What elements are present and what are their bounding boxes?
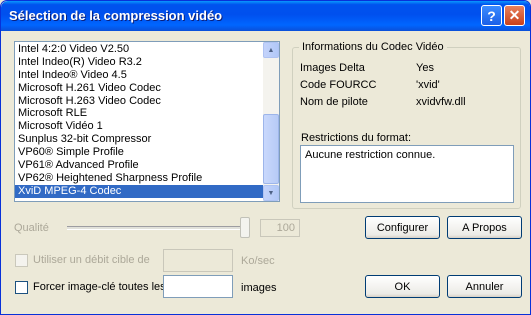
- codec-list-item[interactable]: Microsoft H.261 Video Codec: [15, 82, 265, 95]
- quality-value-field[interactable]: 100: [260, 219, 300, 237]
- keyframe-unit: images: [241, 282, 277, 294]
- arrow-up-icon: ▲: [267, 46, 275, 54]
- keyframe-field[interactable]: [163, 275, 233, 298]
- codec-list-items: Intel 4:2:0 Video V2.50 Intel Indeo(R) V…: [15, 43, 265, 198]
- scroll-thumb[interactable]: [263, 114, 279, 184]
- delta-frames-label: Images Delta: [300, 62, 365, 74]
- restrictions-text: Aucune restriction connue.: [305, 149, 436, 161]
- codec-list-item-selected[interactable]: XviD MPEG-4 Codec: [15, 184, 265, 198]
- close-button[interactable]: ✕: [504, 5, 525, 26]
- window-title: Sélection de la compression vidéo: [9, 8, 223, 23]
- quality-slider-track: [67, 226, 250, 230]
- help-icon: ?: [487, 7, 496, 24]
- arrow-down-icon: ▼: [267, 189, 275, 197]
- cancel-button[interactable]: Annuler: [447, 275, 522, 298]
- compression-dialog: Sélection de la compression vidéo ? ✕ In…: [0, 0, 531, 315]
- title-bar[interactable]: Sélection de la compression vidéo ? ✕: [1, 1, 530, 31]
- fourcc-label: Code FOURCC: [300, 79, 377, 91]
- codec-list-item[interactable]: Intel 4:2:0 Video V2.50: [15, 43, 265, 56]
- codec-list-item[interactable]: Intel Indeo(R) Video R3.2: [15, 56, 265, 69]
- driver-name-value: xvidvfw.dll: [416, 96, 466, 108]
- bitrate-checkbox[interactable]: [15, 254, 28, 267]
- bitrate-label: Utiliser un débit cible de: [33, 254, 150, 266]
- driver-name-label: Nom de pilote: [300, 96, 368, 108]
- codec-list-scrollbar[interactable]: ▲ ▼: [263, 42, 279, 201]
- codec-info-title: Informations du Codec Vidéo: [299, 41, 447, 53]
- scroll-up-button[interactable]: ▲: [263, 42, 279, 58]
- scroll-down-button[interactable]: ▼: [263, 185, 279, 201]
- help-button[interactable]: ?: [481, 5, 502, 26]
- configure-button[interactable]: Configurer: [365, 216, 440, 239]
- keyframe-input[interactable]: [164, 276, 232, 297]
- codec-list[interactable]: Intel 4:2:0 Video V2.50 Intel Indeo(R) V…: [14, 41, 280, 202]
- restrictions-label: Restrictions du format:: [301, 132, 412, 144]
- restrictions-box: Aucune restriction connue.: [300, 145, 514, 203]
- codec-list-item[interactable]: VP62® Heightened Sharpness Profile: [15, 172, 265, 185]
- quality-slider-thumb[interactable]: [240, 217, 250, 238]
- codec-list-item[interactable]: Microsoft H.263 Video Codec: [15, 95, 265, 108]
- bitrate-field[interactable]: [163, 249, 233, 272]
- codec-list-item[interactable]: Microsoft Vidéo 1: [15, 120, 265, 133]
- codec-list-item[interactable]: VP61® Advanced Profile: [15, 159, 265, 172]
- bitrate-input[interactable]: [164, 250, 232, 271]
- quality-label: Qualité: [14, 222, 49, 234]
- about-button[interactable]: A Propos: [447, 216, 522, 239]
- codec-list-item[interactable]: VP60® Simple Profile: [15, 146, 265, 159]
- ok-button[interactable]: OK: [365, 275, 440, 298]
- close-icon: ✕: [508, 7, 521, 23]
- keyframe-checkbox[interactable]: [15, 281, 28, 294]
- delta-frames-value: Yes: [416, 62, 434, 74]
- fourcc-value: 'xvid': [416, 79, 440, 91]
- codec-list-item[interactable]: Intel Indeo® Video 4.5: [15, 69, 265, 82]
- keyframe-label: Forcer image-clé toutes les: [33, 281, 166, 293]
- codec-list-item[interactable]: Microsoft RLE: [15, 107, 265, 120]
- bitrate-unit: Ko/sec: [241, 255, 275, 267]
- codec-list-item[interactable]: Sunplus 32-bit Compressor: [15, 133, 265, 146]
